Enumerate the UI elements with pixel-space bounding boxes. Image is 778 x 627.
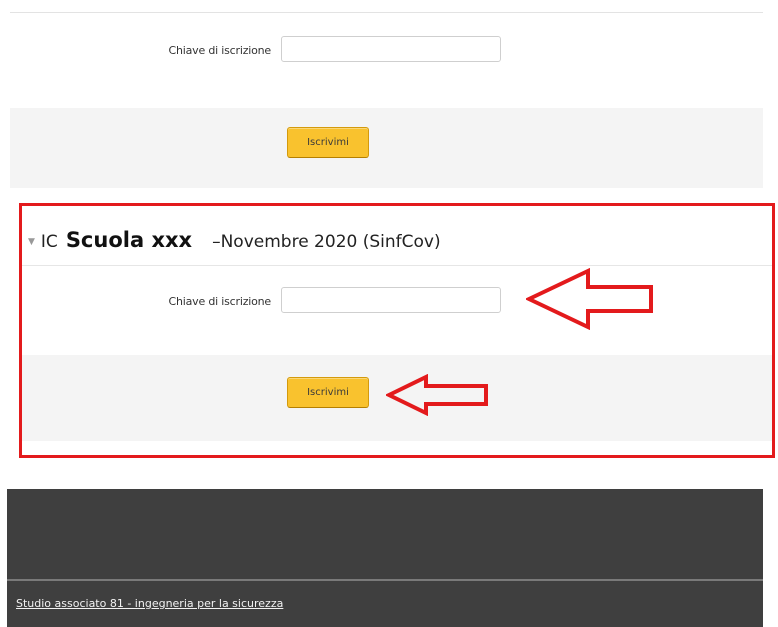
enrolment-key-input[interactable] [281,36,501,62]
annotation-arrow-icon [526,268,653,330]
annotation-arrow-icon [386,374,488,416]
course-title-school: Scuola xxx [65,228,193,252]
section-divider [10,12,763,13]
course-title: ▼ IC Scuola xxx –Novembre 2020 (SinfCov) [28,228,441,260]
course-title-prefix: IC [40,232,58,252]
course-enrolment-key-input[interactable] [281,287,501,313]
course-title-suffix: –Novembre 2020 (SinfCov) [212,232,441,252]
collapse-caret-icon[interactable]: ▼ [28,237,35,247]
course-enrolment-key-label: Chiave di iscrizione [168,295,272,308]
enrolment-key-label: Chiave di iscrizione [168,44,272,57]
footer-divider [7,579,763,581]
form-actions-band [10,108,763,188]
footer-link[interactable]: Studio associato 81 - ingegneria per la … [16,597,283,610]
course-divider [22,265,772,266]
enrol-button[interactable]: Iscrivimi [287,127,369,158]
course-enrol-button[interactable]: Iscrivimi [287,377,369,408]
